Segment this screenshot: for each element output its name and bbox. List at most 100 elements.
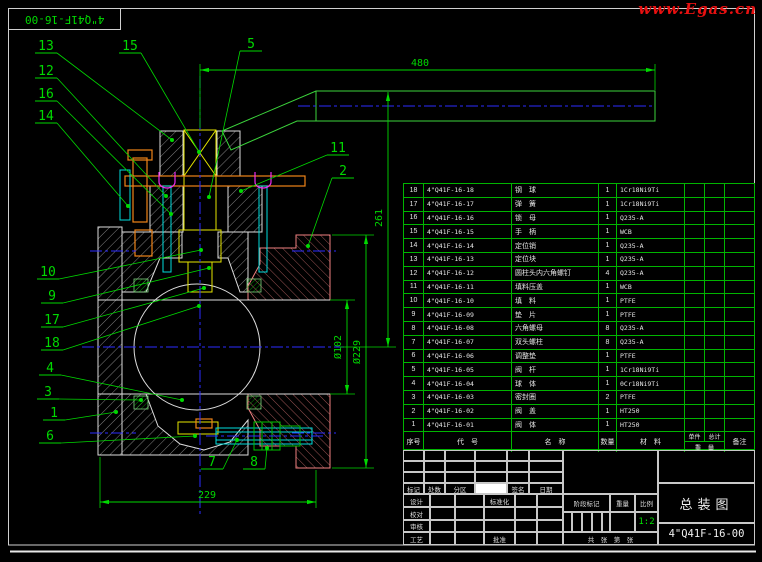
titleblock-cell — [515, 494, 537, 507]
table-cell: 1 — [599, 212, 617, 226]
titleblock-design: 设计 — [403, 494, 430, 507]
titleblock-sign: 签名 — [507, 483, 529, 494]
table-cell: 5 — [404, 363, 424, 377]
table-cell — [685, 350, 705, 364]
table-cell: WCB — [617, 281, 685, 295]
table-cell: 0Cr18Ni9Ti — [617, 377, 685, 391]
table-cell: 15 — [404, 225, 424, 239]
table-cell: 球 体 — [512, 377, 599, 391]
table-cell — [725, 225, 754, 239]
table-cell: 1Cr18Ni9Ti — [617, 363, 685, 377]
table-cell: 4"Q41F-16-03 — [424, 391, 512, 405]
titleblock-cell — [537, 494, 563, 507]
svg-text:261: 261 — [374, 209, 385, 227]
titleblock-cell — [582, 512, 592, 532]
table-cell: 手 柄 — [512, 225, 599, 239]
titleblock-cell — [424, 450, 445, 461]
titleblock-cell — [563, 512, 572, 532]
header-material: 材 料 — [617, 432, 685, 452]
table-cell: 14 — [404, 239, 424, 253]
titleblock-cell — [529, 472, 563, 483]
titleblock-cell — [515, 532, 537, 545]
titleblock-cell — [430, 520, 455, 532]
header-code: 代 号 — [424, 432, 512, 452]
table-cell — [705, 391, 725, 405]
svg-text:2: 2 — [339, 164, 347, 179]
titleblock-scale_label: 比例 — [635, 494, 658, 512]
titleblock-audit: 审核 — [403, 520, 430, 532]
table-cell — [685, 377, 705, 391]
table-cell — [685, 281, 705, 295]
table-cell: 钢 球 — [512, 184, 599, 198]
table-cell: 1 — [599, 377, 617, 391]
table-cell — [725, 198, 754, 212]
table-cell: 弹 簧 — [512, 198, 599, 212]
svg-text:1: 1 — [50, 406, 58, 421]
seat-seals — [134, 279, 261, 409]
table-cell: 4"Q41F-16-07 — [424, 336, 512, 350]
table-cell — [725, 294, 754, 308]
balloon-12: 12 — [35, 64, 168, 198]
titleblock-cell — [484, 507, 515, 520]
balloon-13: 13 — [35, 39, 174, 142]
table-cell: 4 — [599, 267, 617, 281]
table-cell — [685, 294, 705, 308]
table-cell: 4"Q41F-16-18 — [424, 184, 512, 198]
svg-text:7: 7 — [208, 455, 216, 470]
table-cell: 1 — [599, 350, 617, 364]
header-name: 名 称 — [512, 432, 599, 452]
table-cell: 密封圈 — [512, 391, 599, 405]
table-cell: Q235-A — [617, 267, 685, 281]
titleblock-cell — [658, 450, 755, 483]
table-cell — [725, 363, 754, 377]
table-cell: 4"Q41F-16-17 — [424, 198, 512, 212]
table-cell — [705, 267, 725, 281]
table-cell: 调整垫 — [512, 350, 599, 364]
titleblock-cell — [475, 472, 507, 483]
header-total-weight: 总计 — [705, 432, 724, 441]
table-cell — [705, 322, 725, 336]
table-cell — [725, 281, 754, 295]
svg-text:Ø229: Ø229 — [351, 340, 363, 364]
table-cell: 4"Q41F-16-06 — [424, 350, 512, 364]
titleblock-cell — [484, 520, 515, 532]
titleblock-cell — [445, 461, 475, 472]
table-cell: 8 — [599, 336, 617, 350]
table-cell: 18 — [404, 184, 424, 198]
titleblock-sheets: 共 张 第 张 — [563, 532, 658, 545]
titleblock-cell — [424, 472, 445, 483]
table-cell: 1 — [599, 239, 617, 253]
stop-block-right — [217, 131, 240, 176]
titleblock-cell — [475, 483, 507, 494]
dimension-261: 261 — [374, 92, 388, 347]
table-cell: 1 — [599, 405, 617, 419]
table-cell — [705, 294, 725, 308]
dimension-480: 480 — [200, 58, 655, 70]
dimension-229: 229 — [100, 490, 316, 502]
titleblock-cell — [475, 450, 507, 461]
table-cell — [725, 308, 754, 322]
table-cell: 4 — [404, 377, 424, 391]
table-cell: 填 料 — [512, 294, 599, 308]
corner-code: 4"Q41F-16-00 — [25, 13, 104, 26]
titleblock-approve: 批准 — [484, 532, 515, 545]
svg-text:11: 11 — [330, 141, 346, 156]
titleblock-cell — [515, 520, 537, 532]
table-cell — [705, 308, 725, 322]
titleblock-cell — [430, 494, 455, 507]
svg-text:13: 13 — [38, 39, 54, 54]
titleblock-cell — [455, 494, 484, 507]
header-weight-group: 单件 总计 重 量 — [685, 432, 725, 452]
table-cell — [705, 184, 725, 198]
table-cell: 1 — [599, 253, 617, 267]
table-cell: 12 — [404, 267, 424, 281]
table-cell: 1 — [599, 184, 617, 198]
table-cell: 圆柱头内六角螺钉 — [512, 267, 599, 281]
titleblock-cell — [610, 512, 635, 532]
header-unit-weight: 单件 — [685, 432, 705, 441]
table-cell: 3 — [404, 391, 424, 405]
table-cell — [705, 377, 725, 391]
drawing-sheet: 131216141551121091718431678480261Ø102Ø22… — [0, 0, 762, 562]
titleblock-weight: 重量 — [610, 494, 635, 512]
titleblock-cell — [455, 520, 484, 532]
